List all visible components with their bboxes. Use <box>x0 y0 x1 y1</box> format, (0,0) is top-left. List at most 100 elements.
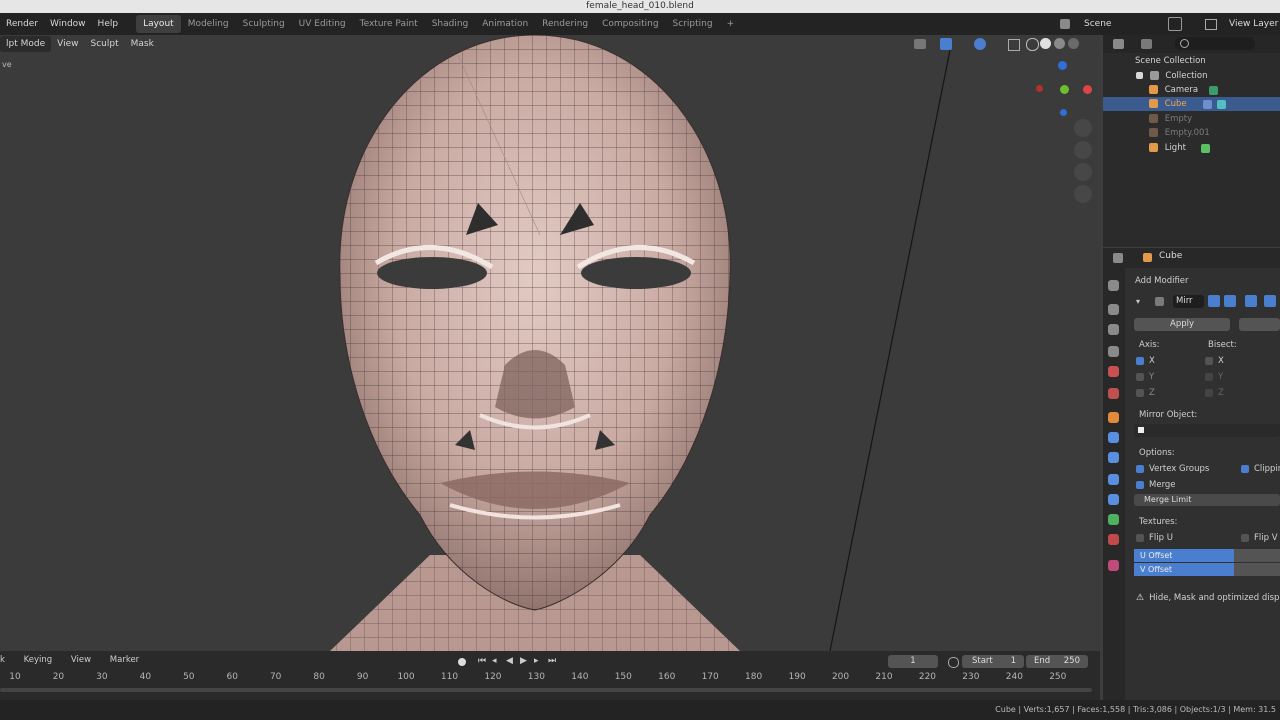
solid-shading-icon[interactable] <box>1040 38 1051 49</box>
world-tab-icon[interactable] <box>1108 388 1119 399</box>
neg-x-axis-icon[interactable] <box>1036 85 1043 92</box>
gizmo-toggle-icon[interactable] <box>940 38 952 50</box>
tab-texture-paint[interactable]: Texture Paint <box>353 15 425 33</box>
jump-end-icon[interactable]: ⏭ <box>548 656 556 666</box>
tab-animation[interactable]: Animation <box>475 15 535 33</box>
modifier-name-field[interactable]: Mirr <box>1173 295 1204 308</box>
menu-view[interactable]: View <box>51 35 84 53</box>
end-frame-field[interactable]: End 250 <box>1026 655 1088 668</box>
neg-z-axis-icon[interactable] <box>1060 109 1067 116</box>
grid-toggle-icon[interactable] <box>1074 185 1092 203</box>
tab-sculpting[interactable]: Sculpting <box>236 15 292 33</box>
menu-keying[interactable]: Keying <box>24 655 53 665</box>
outliner-panel[interactable]: Scene Collection Collection Camera Cube … <box>1103 35 1280 247</box>
overlay-toggle-icon[interactable] <box>974 38 986 50</box>
add-modifier-button[interactable]: Add Modifier <box>1135 276 1189 286</box>
menu-window[interactable]: Window <box>44 13 92 35</box>
new-scene-icon[interactable] <box>1168 17 1182 31</box>
particles-tab-icon[interactable] <box>1108 452 1119 463</box>
tab-shading[interactable]: Shading <box>425 15 476 33</box>
menu-render[interactable]: Render <box>0 13 44 35</box>
bisect-y-checkbox[interactable]: Y <box>1205 372 1223 382</box>
show-on-cage-icon[interactable] <box>1245 295 1257 307</box>
tab-uv-editing[interactable]: UV Editing <box>292 15 353 33</box>
mode-selector[interactable]: lpt Mode <box>0 36 52 52</box>
axis-z-checkbox[interactable]: Z <box>1136 388 1155 398</box>
checkbox-icon[interactable] <box>1136 72 1143 79</box>
view-layer-tab-icon[interactable] <box>1108 346 1119 357</box>
menu-playback[interactable]: k <box>0 655 5 665</box>
mirror-object-field[interactable] <box>1134 424 1280 437</box>
tree-row-scene-collection[interactable]: Scene Collection <box>1103 54 1280 68</box>
show-in-viewport-icon[interactable] <box>1224 295 1236 307</box>
clipping-checkbox[interactable]: Clippin <box>1241 464 1280 474</box>
tree-row-light[interactable]: Light <box>1103 141 1280 155</box>
axis-x-checkbox[interactable]: X <box>1136 356 1155 366</box>
flip-v-checkbox[interactable]: Flip V <box>1241 533 1278 543</box>
start-frame-field[interactable]: Start 1 <box>962 655 1024 668</box>
tab-scripting[interactable]: Scripting <box>666 15 720 33</box>
xray-icon[interactable] <box>1008 39 1020 51</box>
pan-hand-icon[interactable] <box>1074 141 1092 159</box>
data-tab-icon[interactable] <box>1108 514 1119 525</box>
zoom-icon[interactable] <box>1074 119 1092 137</box>
scene-selector[interactable]: Scene <box>1060 17 1130 31</box>
u-offset-slider-track[interactable] <box>1234 549 1280 562</box>
v-offset-slider-track[interactable] <box>1234 563 1280 576</box>
v-offset-slider[interactable]: V Offset <box>1134 563 1234 576</box>
view-layer-selector[interactable]: View Layer <box>1205 17 1280 31</box>
current-frame-field[interactable]: 1 <box>888 655 938 668</box>
texture-tab-icon[interactable] <box>1108 560 1119 571</box>
tab-layout[interactable]: Layout <box>136 15 181 33</box>
bisect-x-checkbox[interactable]: X <box>1205 356 1224 366</box>
y-axis-icon[interactable] <box>1060 85 1069 94</box>
constraints-tab-icon[interactable] <box>1108 494 1119 505</box>
prev-keyframe-icon[interactable]: ◂ <box>492 656 497 666</box>
menu-mask[interactable]: Mask <box>125 35 160 53</box>
object-tab-icon[interactable] <box>1108 412 1119 423</box>
editor-type-icon[interactable] <box>1113 39 1124 49</box>
tree-row-cube[interactable]: Cube <box>1103 97 1280 111</box>
play-icon[interactable]: ▶ <box>520 656 527 666</box>
scene-tab-icon[interactable] <box>1108 366 1119 377</box>
tool-tab-icon[interactable] <box>1108 280 1119 291</box>
jump-start-icon[interactable]: ⏮ <box>478 656 486 666</box>
menu-sculpt[interactable]: Sculpt <box>84 35 124 53</box>
apply-button[interactable]: Apply <box>1134 318 1230 331</box>
menu-help[interactable]: Help <box>92 13 125 35</box>
tree-row-collection[interactable]: Collection <box>1103 69 1280 83</box>
copy-modifier-button[interactable] <box>1239 318 1280 331</box>
editor-type-icon[interactable] <box>1113 253 1123 263</box>
physics-tab-icon[interactable] <box>1108 474 1119 485</box>
material-shading-icon[interactable] <box>1054 38 1065 49</box>
tab-compositing[interactable]: Compositing <box>595 15 665 33</box>
collapse-arrow-icon[interactable]: ▾ <box>1136 297 1140 306</box>
merge-checkbox[interactable]: Merge <box>1136 480 1176 490</box>
tree-row-empty[interactable]: Empty <box>1103 112 1280 126</box>
tab-rendering[interactable]: Rendering <box>535 15 595 33</box>
show-render-icon[interactable] <box>1264 295 1276 307</box>
record-icon[interactable] <box>458 658 466 666</box>
bisect-z-checkbox[interactable]: Z <box>1205 388 1224 398</box>
tree-row-camera[interactable]: Camera <box>1103 83 1280 97</box>
display-mode-icon[interactable] <box>1141 39 1152 49</box>
visibility-icon[interactable] <box>914 39 926 49</box>
wireframe-shading-icon[interactable] <box>1026 38 1039 51</box>
rendered-shading-icon[interactable] <box>1068 38 1079 49</box>
flip-u-checkbox[interactable]: Flip U <box>1136 533 1173 543</box>
clock-icon[interactable] <box>948 657 959 668</box>
add-workspace-button[interactable]: + <box>720 15 742 33</box>
z-axis-icon[interactable] <box>1058 61 1067 70</box>
show-in-editmode-icon[interactable] <box>1208 295 1220 307</box>
modifier-tab-icon[interactable] <box>1108 432 1119 443</box>
menu-view[interactable]: View <box>71 655 91 665</box>
menu-marker[interactable]: Marker <box>110 655 139 665</box>
tree-row-empty-001[interactable]: Empty.001 <box>1103 126 1280 140</box>
u-offset-slider[interactable]: U Offset <box>1134 549 1234 562</box>
vertex-groups-checkbox[interactable]: Vertex Groups <box>1136 464 1209 474</box>
tab-modeling[interactable]: Modeling <box>181 15 236 33</box>
axis-y-checkbox[interactable]: Y <box>1136 372 1154 382</box>
play-reverse-icon[interactable]: ◀ <box>506 656 513 666</box>
timeline-scrollbar[interactable] <box>0 688 1092 692</box>
camera-view-icon[interactable] <box>1074 163 1092 181</box>
